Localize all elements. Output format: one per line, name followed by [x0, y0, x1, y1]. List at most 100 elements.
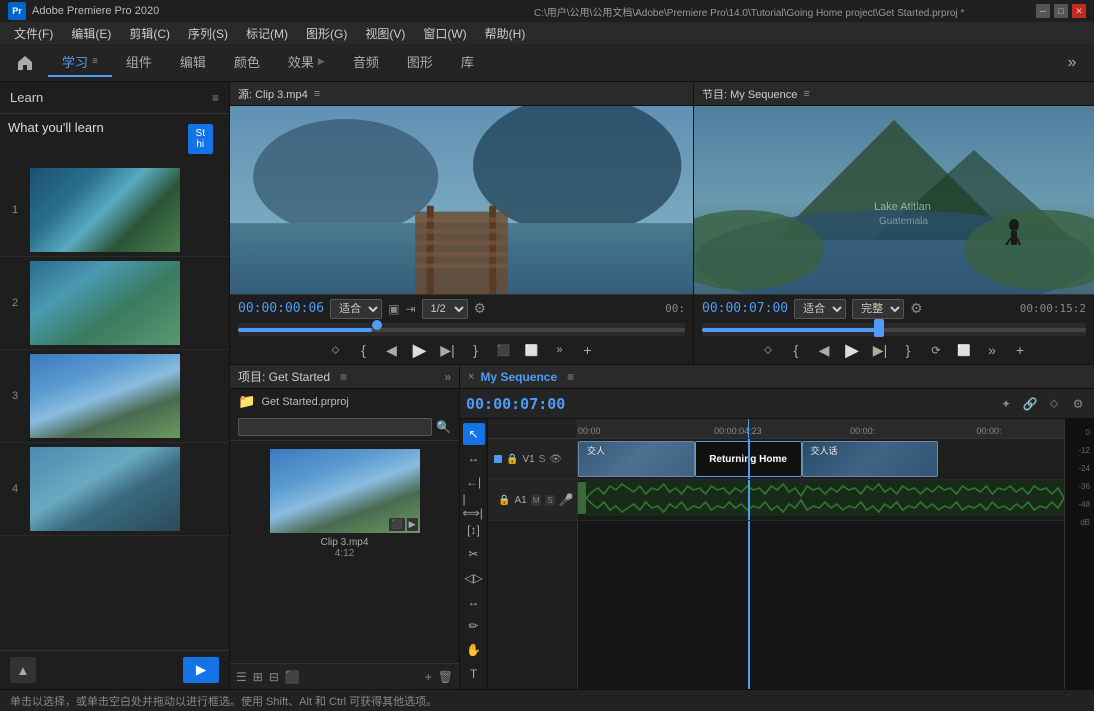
- source-quality-dropdown[interactable]: 1/2: [422, 299, 468, 319]
- pg-mark-out[interactable]: }: [898, 340, 918, 360]
- rolling-edit-tool[interactable]: |⟺|: [463, 495, 485, 517]
- tab-libraries[interactable]: 库: [447, 48, 488, 77]
- pg-play[interactable]: ▶: [842, 340, 862, 360]
- video-clip-2[interactable]: 交人话: [802, 441, 938, 477]
- menu-help[interactable]: 帮助(H): [477, 23, 534, 44]
- selection-tool[interactable]: ↖: [463, 423, 485, 445]
- overwrite-button[interactable]: ⬜: [522, 340, 542, 360]
- close-sequence-button[interactable]: ×: [468, 371, 474, 383]
- freeform-view-button[interactable]: ⊟: [269, 670, 279, 684]
- project-menu-icon[interactable]: ≡: [340, 370, 347, 384]
- track-select-tool[interactable]: ↔: [463, 447, 485, 469]
- program-fit-dropdown[interactable]: 适合: [794, 299, 846, 319]
- search-icon[interactable]: 🔍: [436, 420, 451, 434]
- tab-audio[interactable]: 音频: [339, 48, 393, 77]
- list-view-button[interactable]: ☰: [236, 670, 247, 684]
- menu-window[interactable]: 窗口(W): [415, 23, 474, 44]
- maximize-button[interactable]: □: [1054, 4, 1068, 18]
- pg-loop[interactable]: ⟳: [926, 340, 946, 360]
- program-settings-icon[interactable]: ⚙: [910, 300, 923, 317]
- minimize-button[interactable]: ─: [1036, 4, 1050, 18]
- title-clip-returning-home[interactable]: Returning Home: [695, 441, 802, 477]
- program-quality-dropdown[interactable]: 完整: [852, 299, 904, 319]
- home-button[interactable]: [10, 48, 40, 78]
- tab-graphics[interactable]: 图形: [393, 48, 447, 77]
- a1-record-icon[interactable]: 🎤: [559, 493, 574, 507]
- v1-eye-button[interactable]: 👁: [549, 454, 562, 465]
- tab-color[interactable]: 颜色: [220, 48, 274, 77]
- play-button[interactable]: ▶: [410, 340, 430, 360]
- project-thumb-duration: 4:12: [335, 548, 354, 559]
- hand-tool[interactable]: ✋: [463, 639, 485, 661]
- rate-stretch-tool[interactable]: [↕]: [463, 519, 485, 541]
- source-scrubber[interactable]: [238, 323, 685, 337]
- export-button[interactable]: »: [550, 340, 570, 360]
- pg-step-fwd[interactable]: ▶|: [870, 340, 890, 360]
- insert-button[interactable]: ⬛: [494, 340, 514, 360]
- learn-menu-icon[interactable]: ≡: [212, 91, 219, 105]
- new-item-button[interactable]: +: [425, 670, 432, 684]
- a1-solo-button[interactable]: S: [545, 495, 554, 506]
- mark-in-button[interactable]: {: [354, 340, 374, 360]
- pg-add[interactable]: +: [1010, 340, 1030, 360]
- mark-out-button[interactable]: }: [466, 340, 486, 360]
- type-tool[interactable]: T: [463, 663, 485, 685]
- icon-view-button[interactable]: ⊞: [253, 670, 263, 684]
- project-expand-icon[interactable]: »: [444, 370, 451, 384]
- close-button[interactable]: ✕: [1072, 4, 1086, 18]
- v1-sync-button[interactable]: S: [539, 454, 546, 465]
- pg-export[interactable]: ⬜: [954, 340, 974, 360]
- menu-view[interactable]: 视图(V): [357, 23, 413, 44]
- more-controls-button[interactable]: +: [578, 340, 598, 360]
- pg-add-marker[interactable]: ⬦: [758, 340, 778, 360]
- search-input[interactable]: [238, 418, 432, 436]
- step-fwd-button[interactable]: ▶|: [438, 340, 458, 360]
- video-clip-1[interactable]: 交人: [578, 441, 695, 477]
- menu-marker[interactable]: 标记(M): [238, 23, 296, 44]
- pg-more[interactable]: »: [982, 340, 1002, 360]
- razor-tool[interactable]: ✂: [463, 543, 485, 565]
- program-scrubber[interactable]: [702, 323, 1086, 337]
- tab-learn[interactable]: 学习 ≡: [48, 48, 112, 77]
- a1-mute-button[interactable]: M: [531, 495, 542, 506]
- source-menu-icon[interactable]: ≡: [314, 88, 320, 100]
- source-settings-icon[interactable]: ⚙: [474, 300, 487, 317]
- slip-tool[interactable]: ◁▷: [463, 567, 485, 589]
- tl-marker-button[interactable]: ⬦: [1044, 394, 1064, 414]
- file-path: C:\用户\公用\公用文档\Adobe\Premiere Pro\14.0\Tu…: [534, 4, 1036, 19]
- next-button[interactable]: ▶: [183, 657, 219, 683]
- prev-button[interactable]: ▲: [10, 657, 36, 683]
- source-fit-dropdown[interactable]: 适合: [330, 299, 382, 319]
- more-tabs-button[interactable]: »: [1060, 51, 1084, 75]
- folder-icon: 📁: [238, 393, 255, 410]
- pg-step-back[interactable]: ◀: [814, 340, 834, 360]
- menu-edit[interactable]: 编辑(E): [63, 23, 119, 44]
- pen-tool[interactable]: ✏: [463, 615, 485, 637]
- v1-lock-button[interactable]: 🔒: [506, 454, 518, 465]
- delete-item-button[interactable]: 🗑: [438, 670, 453, 684]
- tl-link-button[interactable]: 🔗: [1020, 394, 1040, 414]
- slide-tool[interactable]: ↔: [463, 591, 485, 613]
- learn-start-button[interactable]: Sthi: [188, 124, 213, 154]
- step-back-button[interactable]: ◀: [382, 340, 402, 360]
- tl-settings-button[interactable]: ⚙: [1068, 394, 1088, 414]
- v1-name: V1: [522, 454, 534, 465]
- add-marker-button[interactable]: ⬦: [326, 340, 346, 360]
- sort-button[interactable]: ⬛: [285, 670, 300, 684]
- program-monitor: 节目: My Sequence ≡: [694, 82, 1094, 365]
- menu-file[interactable]: 文件(F): [6, 23, 61, 44]
- tl-snap-button[interactable]: ✦: [996, 394, 1016, 414]
- program-menu-icon[interactable]: ≡: [803, 88, 809, 100]
- project-title: 项目: Get Started: [238, 368, 330, 385]
- pg-mark-in[interactable]: {: [786, 340, 806, 360]
- ripple-edit-tool[interactable]: ←|: [463, 471, 485, 493]
- menu-clip[interactable]: 剪辑(C): [121, 23, 178, 44]
- tab-effects[interactable]: 效果 ▶: [274, 48, 339, 77]
- a1-lock-button[interactable]: 🔒: [498, 495, 510, 506]
- project-thumbnail: ⬛ ▶: [270, 449, 420, 533]
- menu-graphics[interactable]: 图形(G): [298, 23, 355, 44]
- tab-edit[interactable]: 编辑: [166, 48, 220, 77]
- tab-assembly[interactable]: 组件: [112, 48, 166, 77]
- menu-sequence[interactable]: 序列(S): [180, 23, 236, 44]
- sequence-menu-icon[interactable]: ≡: [567, 370, 574, 384]
